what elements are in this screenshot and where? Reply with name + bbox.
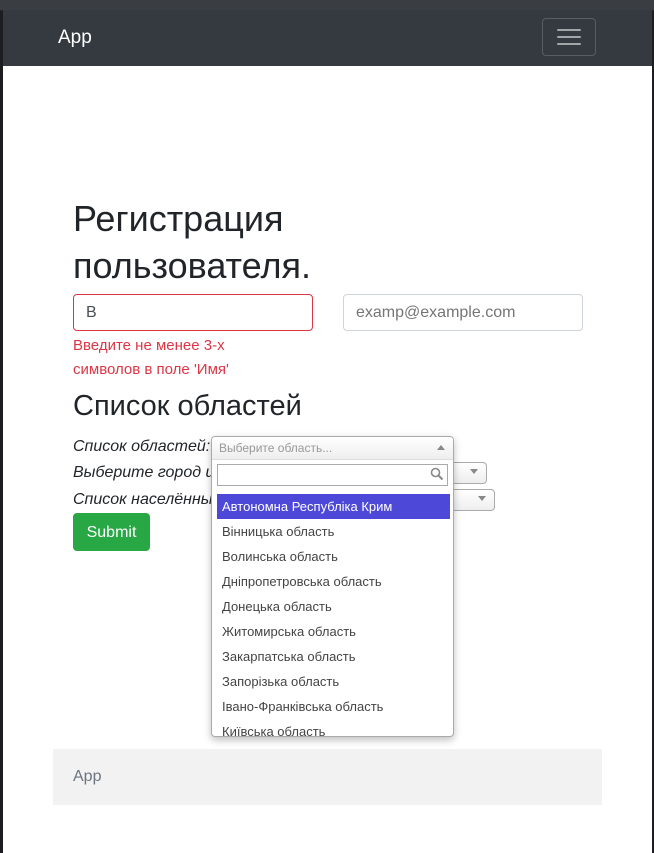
name-field[interactable]: [73, 294, 313, 331]
region-option[interactable]: Запорізька область: [217, 669, 450, 694]
name-error-message: Введите не менее 3-х символов в поле 'Им…: [73, 337, 229, 378]
region-select-dropdown[interactable]: Выберите область... Автономна Республіка…: [211, 436, 454, 737]
chevron-down-icon: [478, 496, 486, 501]
region-option[interactable]: Волинська область: [217, 544, 450, 569]
chevron-down-icon: [470, 469, 478, 474]
settlements-label: Список населённых: [73, 491, 221, 508]
region-options-list: Автономна Республіка Крим Вінницька облас…: [217, 494, 450, 736]
regions-label: Список областей:: [73, 438, 211, 455]
footer: App: [53, 749, 602, 805]
navbar-brand[interactable]: App: [58, 27, 92, 49]
section-heading: Список областей: [73, 390, 302, 422]
region-select-placeholder: Выберите область...: [219, 441, 333, 455]
menu-toggle-button[interactable]: [542, 18, 596, 56]
region-option[interactable]: Житомирська область: [217, 619, 450, 644]
footer-text: App: [73, 768, 102, 785]
region-search-input[interactable]: [217, 464, 448, 486]
region-select[interactable]: Выберите область...: [212, 437, 453, 460]
search-icon: [430, 467, 444, 481]
region-option[interactable]: Київська область: [217, 719, 450, 736]
region-option[interactable]: Дніпропетровська область: [217, 569, 450, 594]
browser-viewport: App Регистрация пользователя. Введите не…: [3, 10, 652, 853]
region-option[interactable]: Закарпатська область: [217, 644, 450, 669]
chevron-up-icon: [437, 445, 445, 450]
email-field[interactable]: [343, 294, 583, 331]
region-option[interactable]: Вінницька область: [217, 519, 450, 544]
page-title: Регистрация пользователя.: [73, 198, 311, 286]
submit-button[interactable]: Submit: [73, 513, 150, 551]
region-option[interactable]: Донецька область: [217, 594, 450, 619]
city-label: Выберите город или: [73, 464, 233, 481]
navbar: App: [3, 10, 652, 66]
region-option[interactable]: Івано-Франківська область: [217, 694, 450, 719]
region-option[interactable]: Автономна Республіка Крим: [217, 494, 450, 519]
